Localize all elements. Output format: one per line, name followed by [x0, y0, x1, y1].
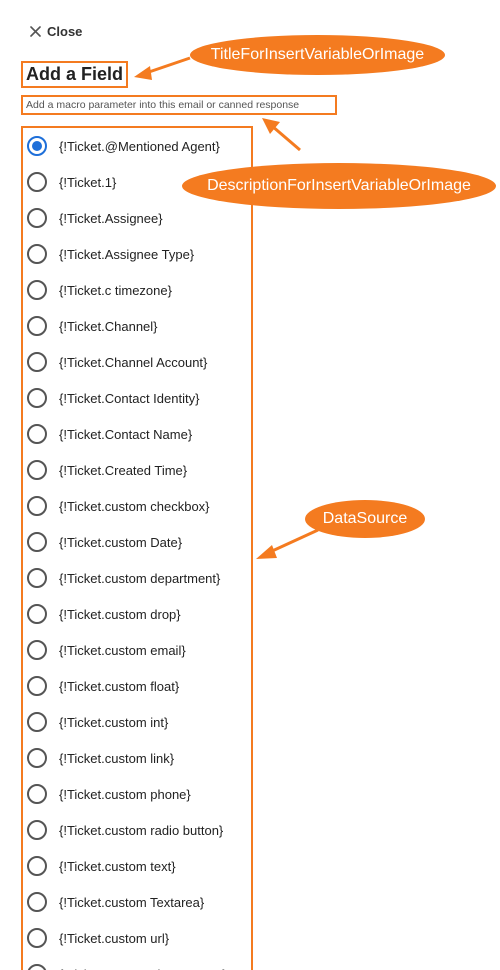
page-title: Add a Field — [26, 64, 124, 84]
field-option[interactable]: {!Ticket.Created Time} — [23, 452, 251, 488]
field-option[interactable]: {!Ticket.custom drop} — [23, 596, 251, 632]
page-description: Add a macro parameter into this email or… — [26, 99, 300, 111]
field-option[interactable]: {!Ticket.custom float} — [23, 668, 251, 704]
field-option[interactable]: {!Ticket.custom link} — [23, 740, 251, 776]
field-option-label: {!Ticket.1} — [59, 174, 117, 190]
radio-unchecked-icon[interactable] — [27, 748, 47, 768]
field-option[interactable]: {!Ticket.Contact Name} — [23, 416, 251, 452]
radio-unchecked-icon[interactable] — [27, 820, 47, 840]
radio-unchecked-icon[interactable] — [27, 856, 47, 876]
field-option-label: {!Ticket.custom Date} — [59, 534, 183, 550]
field-option[interactable]: {!Ticket.custom int} — [23, 704, 251, 740]
radio-unchecked-icon[interactable] — [27, 352, 47, 372]
description-highlight: Add a macro parameter into this email or… — [21, 95, 337, 115]
field-option-label: {!Ticket.Channel Account} — [59, 354, 208, 370]
radio-unchecked-icon[interactable] — [27, 280, 47, 300]
field-radio-list: {!Ticket.@Mentioned Agent} {!Ticket.1} {!T… — [23, 128, 251, 970]
arrow-title-line — [145, 56, 191, 75]
radio-unchecked-icon[interactable] — [27, 532, 47, 552]
field-option-label: {!Ticket.custom email} — [59, 642, 186, 658]
field-option[interactable]: {!Ticket.c timezone} — [23, 272, 251, 308]
field-option-label: {!Ticket.custom int} — [59, 714, 169, 730]
radio-unchecked-icon[interactable] — [27, 316, 47, 336]
field-option-label: {!Ticket.customa icon DDT 2} — [59, 967, 227, 970]
radio-unchecked-icon[interactable] — [27, 784, 47, 804]
close-label: Close — [47, 23, 83, 39]
radio-unchecked-icon[interactable] — [27, 928, 47, 948]
radio-unchecked-icon[interactable] — [27, 244, 47, 264]
field-option[interactable]: {!Ticket.custom Textarea} — [23, 884, 251, 920]
field-option[interactable]: {!Ticket.custom department} — [23, 560, 251, 596]
field-option[interactable]: {!Ticket.custom Date} — [23, 524, 251, 560]
callout-title: TitleForInsertVariableOrImage — [190, 35, 445, 75]
radio-unchecked-icon[interactable] — [27, 892, 47, 912]
field-option[interactable]: {!Ticket.Channel} — [23, 308, 251, 344]
radio-unchecked-icon[interactable] — [27, 388, 47, 408]
close-button[interactable]: Close — [30, 22, 82, 40]
radio-unchecked-icon[interactable] — [27, 496, 47, 516]
field-option[interactable]: {!Ticket.custom phone} — [23, 776, 251, 812]
field-option[interactable]: {!Ticket.Contact Identity} — [23, 380, 251, 416]
field-option[interactable]: {!Ticket.custom checkbox} — [23, 488, 251, 524]
field-option-label: {!Ticket.Assignee} — [59, 210, 163, 226]
arrow-desc-head — [262, 118, 280, 134]
field-option[interactable]: {!Ticket.custom text} — [23, 848, 251, 884]
arrow-title-head — [134, 66, 152, 80]
radio-unchecked-icon[interactable] — [27, 964, 47, 970]
arrow-desc-line — [271, 124, 301, 152]
field-option-label: {!Ticket.custom url} — [59, 930, 170, 946]
field-option-label: {!Ticket.custom Textarea} — [59, 894, 205, 910]
field-option[interactable]: {!Ticket.custom radio button} — [23, 812, 251, 848]
field-option[interactable]: {!Ticket.Assignee Type} — [23, 236, 251, 272]
field-option[interactable]: {!Ticket.Channel Account} — [23, 344, 251, 380]
datasource-highlight: {!Ticket.@Mentioned Agent} {!Ticket.1} {!T… — [21, 126, 253, 970]
title-highlight: Add a Field — [21, 61, 128, 88]
callout-datasource: DataSource — [305, 500, 425, 538]
field-option-label: {!Ticket.Channel} — [59, 318, 158, 334]
radio-unchecked-icon[interactable] — [27, 712, 47, 732]
field-option[interactable]: {!Ticket.Assignee} — [23, 200, 251, 236]
field-option-label: {!Ticket.Contact Identity} — [59, 390, 200, 406]
field-option-label: {!Ticket.custom department} — [59, 570, 221, 586]
radio-checked-icon[interactable] — [27, 136, 47, 156]
radio-unchecked-icon[interactable] — [27, 640, 47, 660]
field-option-label: {!Ticket.custom text} — [59, 858, 176, 874]
field-option[interactable]: {!Ticket.customa icon DDT 2} — [23, 956, 251, 970]
radio-unchecked-icon[interactable] — [27, 208, 47, 228]
field-option[interactable]: {!Ticket.custom url} — [23, 920, 251, 956]
radio-unchecked-icon[interactable] — [27, 676, 47, 696]
field-option-label: {!Ticket.custom drop} — [59, 606, 181, 622]
field-option-label: {!Ticket.Contact Name} — [59, 426, 193, 442]
field-option-label: {!Ticket.Created Time} — [59, 462, 188, 478]
arrow-ds-head — [256, 545, 277, 559]
arrow-ds-line — [269, 528, 319, 554]
callout-description: DescriptionForInsertVariableOrImage — [182, 163, 496, 209]
field-option-label: {!Ticket.custom float} — [59, 678, 180, 694]
radio-unchecked-icon[interactable] — [27, 460, 47, 480]
field-option[interactable]: {!Ticket.custom email} — [23, 632, 251, 668]
field-option-label: {!Ticket.custom phone} — [59, 786, 191, 802]
field-option-label: {!Ticket.custom radio button} — [59, 822, 224, 838]
close-icon — [30, 25, 41, 37]
field-option-label: {!Ticket.@Mentioned Agent} — [59, 138, 220, 154]
field-option-label: {!Ticket.c timezone} — [59, 282, 172, 298]
field-option-label: {!Ticket.custom link} — [59, 750, 175, 766]
radio-unchecked-icon[interactable] — [27, 424, 47, 444]
field-option-label: {!Ticket.Assignee Type} — [59, 246, 195, 262]
field-option-label: {!Ticket.custom checkbox} — [59, 498, 210, 514]
radio-unchecked-icon[interactable] — [27, 172, 47, 192]
field-option[interactable]: {!Ticket.@Mentioned Agent} — [23, 128, 251, 164]
radio-unchecked-icon[interactable] — [27, 568, 47, 588]
radio-unchecked-icon[interactable] — [27, 604, 47, 624]
